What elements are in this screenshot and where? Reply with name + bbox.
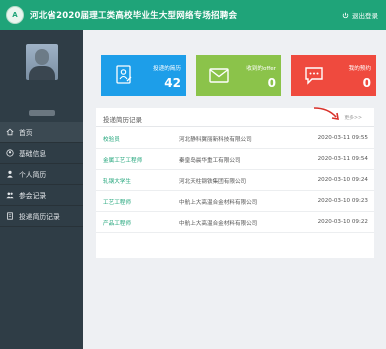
row-position[interactable]: 轧钢大学生 — [103, 177, 131, 185]
people-icon — [6, 192, 14, 199]
document-icon — [7, 212, 13, 220]
sidebar-item-delivery-records[interactable]: 投递简历记录 — [0, 206, 83, 227]
stat-value: 42 — [164, 76, 181, 90]
person-icon — [7, 170, 13, 178]
row-position[interactable]: 工艺工程师 — [103, 198, 131, 206]
user-profile — [0, 30, 83, 116]
sidebar-item-label: 个人简历 — [19, 171, 47, 179]
logout-label: 退出登录 — [352, 12, 378, 20]
table-row[interactable]: 校验员 河北静科翼丽新科技有限公司 2020-03-11 09:55 — [96, 128, 374, 149]
panel-title: 投递简历记录 — [103, 116, 142, 124]
table-row[interactable]: 轧钢大学生 河北天柱钢铁集团有限公司 2020-03-10 09:24 — [96, 170, 374, 191]
row-company: 秦皇岛晨华重工有限公司 — [179, 158, 241, 164]
delivery-records-panel: 投递简历记录 更多>> 校验员 河北静科翼丽新科技有限公司 2020-03-11… — [96, 108, 374, 258]
row-date: 2020-03-10 09:23 — [317, 198, 368, 204]
logout-button[interactable]: 退出登录 — [342, 10, 378, 20]
row-company: 河北天柱钢铁集团有限公司 — [179, 179, 247, 185]
sidebar-nav: 首页 基础信息 个人简历 参会记录 投递简历记录 — [0, 122, 83, 227]
row-position[interactable]: 金属工艺工程师 — [103, 156, 142, 164]
sidebar-item-label: 参会记录 — [19, 192, 47, 200]
row-date: 2020-03-11 09:54 — [317, 156, 368, 162]
stat-card-offers[interactable]: 收到的offer 0 — [196, 55, 281, 96]
annotation-arrow-icon — [313, 107, 339, 120]
sidebar-item-label: 首页 — [19, 129, 33, 137]
table-row[interactable]: 工艺工程师 中航上大高温合金材料有限公司 2020-03-10 09:23 — [96, 191, 374, 212]
user-circle-icon — [6, 149, 14, 157]
row-position[interactable]: 校验员 — [103, 135, 120, 143]
row-date: 2020-03-10 09:22 — [317, 219, 368, 225]
top-header-bar: A 河北省2020届理工类高校毕业生大型网络专场招聘会 退出登录 — [0, 0, 386, 30]
university-logo: A — [6, 6, 24, 24]
mail-icon — [209, 68, 229, 83]
sidebar-item-label: 投递简历记录 — [19, 213, 60, 221]
sidebar: 首页 基础信息 个人简历 参会记录 投递简历记录 — [0, 30, 83, 349]
home-icon — [6, 128, 14, 136]
stat-card-resumes[interactable]: 投递的简历 42 — [101, 55, 186, 96]
row-company: 中航上大高温合金材料有限公司 — [179, 200, 258, 206]
stat-value: 0 — [362, 76, 371, 90]
row-company: 河北静科翼丽新科技有限公司 — [179, 137, 252, 143]
row-date: 2020-03-10 09:24 — [317, 177, 368, 183]
row-position[interactable]: 产品工程师 — [103, 219, 131, 227]
chat-icon — [305, 67, 323, 85]
sidebar-item-home[interactable]: 首页 — [0, 122, 83, 143]
table-row[interactable]: 金属工艺工程师 秦皇岛晨华重工有限公司 2020-03-11 09:54 — [96, 149, 374, 170]
sidebar-item-basic-info[interactable]: 基础信息 — [0, 143, 83, 164]
power-icon — [342, 12, 349, 18]
main-content: 投递的简历 42 收到的offer 0 我的预约 0 投递简历记录 更多>> 校… — [83, 30, 386, 349]
sidebar-item-resume[interactable]: 个人简历 — [0, 164, 83, 185]
stat-label: 我的预约 — [348, 66, 371, 72]
sidebar-item-attendance[interactable]: 参会记录 — [0, 185, 83, 206]
sidebar-item-label: 基础信息 — [19, 150, 47, 158]
stat-card-appointments[interactable]: 我的预约 0 — [291, 55, 376, 96]
stat-label: 投递的简历 — [153, 66, 181, 72]
page-title: 河北省2020届理工类高校毕业生大型网络专场招聘会 — [30, 11, 238, 21]
avatar[interactable] — [25, 44, 58, 81]
row-date: 2020-03-11 09:55 — [317, 135, 368, 141]
table-row[interactable]: 产品工程师 中航上大高温合金材料有限公司 2020-03-10 09:22 — [96, 212, 374, 233]
stat-value: 0 — [267, 76, 276, 90]
resume-icon — [116, 65, 132, 84]
user-name-redacted — [28, 110, 55, 116]
row-company: 中航上大高温合金材料有限公司 — [179, 221, 258, 227]
stat-label: 收到的offer — [246, 66, 276, 72]
